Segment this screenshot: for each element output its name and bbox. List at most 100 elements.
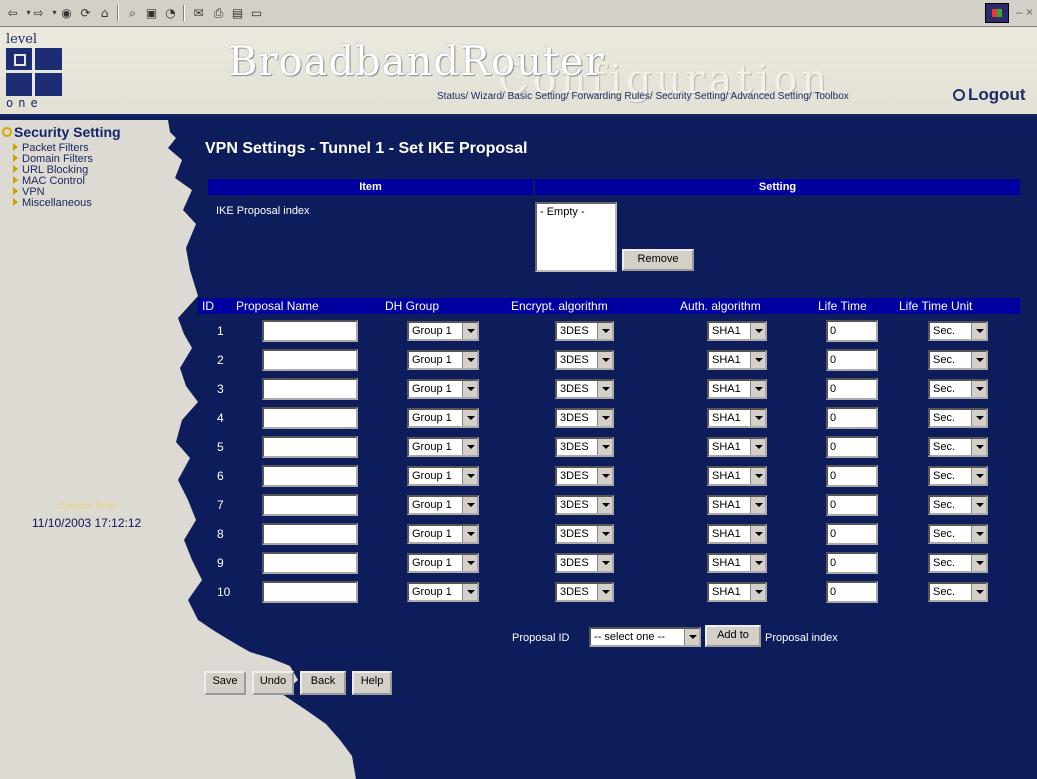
life-time-input[interactable]: 0 [826, 581, 878, 603]
edit-icon[interactable]: ▤ [229, 5, 246, 21]
auth-algorithm-select[interactable]: SHA1 [707, 350, 767, 370]
remove-button[interactable]: Remove [622, 249, 694, 271]
chevron-down-icon [971, 526, 986, 542]
encrypt-algorithm-select[interactable]: 3DES [555, 437, 614, 457]
nav-basic-setting[interactable]: Basic Setting/ [508, 91, 569, 102]
life-time-unit-value: Sec. [933, 412, 956, 424]
life-time-input[interactable]: 0 [826, 552, 878, 574]
auth-algorithm-select[interactable]: SHA1 [707, 466, 767, 486]
dh-group-select[interactable]: Group 1 [407, 524, 479, 544]
proposal-name-input[interactable] [262, 378, 358, 400]
proposal-name-input[interactable] [262, 523, 358, 545]
encrypt-algorithm-select[interactable]: 3DES [555, 350, 614, 370]
dh-group-select[interactable]: Group 1 [407, 379, 479, 399]
life-time-unit-select[interactable]: Sec. [928, 350, 988, 370]
chevron-down-icon [597, 439, 612, 455]
auth-algorithm-select[interactable]: SHA1 [707, 582, 767, 602]
save-button[interactable]: Save [204, 671, 246, 695]
stop-icon[interactable]: ◉ [58, 5, 75, 21]
encrypt-algorithm-select[interactable]: 3DES [555, 495, 614, 515]
sidebar-item-miscellaneous[interactable]: Miscellaneous [13, 198, 93, 209]
life-time-unit-select[interactable]: Sec. [928, 553, 988, 573]
auth-algorithm-select[interactable]: SHA1 [707, 437, 767, 457]
auth-algorithm-select[interactable]: SHA1 [707, 379, 767, 399]
favorites-icon[interactable]: ▣ [143, 5, 160, 21]
life-time-input[interactable]: 0 [826, 378, 878, 400]
dh-group-select[interactable]: Group 1 [407, 466, 479, 486]
dh-group-select[interactable]: Group 1 [407, 437, 479, 457]
back-icon[interactable]: ⇦ [4, 5, 21, 21]
life-time-input[interactable]: 0 [826, 465, 878, 487]
dh-group-select[interactable]: Group 1 [407, 408, 479, 428]
auth-algorithm-select[interactable]: SHA1 [707, 408, 767, 428]
refresh-icon[interactable]: ⟳ [77, 5, 94, 21]
life-time-unit-select[interactable]: Sec. [928, 466, 988, 486]
life-time-input[interactable]: 0 [826, 320, 878, 342]
encrypt-algorithm-select[interactable]: 3DES [555, 466, 614, 486]
dh-group-select[interactable]: Group 1 [407, 321, 479, 341]
undo-button[interactable]: Undo [252, 671, 294, 695]
dh-group-select[interactable]: Group 1 [407, 553, 479, 573]
proposal-name-input[interactable] [262, 436, 358, 458]
auth-algorithm-select[interactable]: SHA1 [707, 321, 767, 341]
add-to-button[interactable]: Add to [705, 625, 761, 647]
dh-group-select[interactable]: Group 1 [407, 582, 479, 602]
home-icon[interactable]: ⌂ [96, 5, 113, 21]
proposal-name-input[interactable] [262, 552, 358, 574]
life-time-input[interactable]: 0 [826, 494, 878, 516]
life-time-input[interactable]: 0 [826, 523, 878, 545]
auth-algorithm-select[interactable]: SHA1 [707, 553, 767, 573]
life-time-unit-select[interactable]: Sec. [928, 379, 988, 399]
nav-advanced-setting[interactable]: Advanced Setting/ [731, 91, 812, 102]
top-navigation: Status/ Wizard/ Basic Setting/ Forwardin… [437, 91, 849, 102]
encrypt-algorithm-select[interactable]: 3DES [555, 321, 614, 341]
listbox-option[interactable]: - Empty - [540, 206, 585, 218]
back-button[interactable]: Back [300, 671, 346, 695]
proposal-name-input[interactable] [262, 407, 358, 429]
discuss-icon[interactable]: ▭ [248, 5, 265, 21]
proposal-name-input[interactable] [262, 494, 358, 516]
nav-forwarding-rules[interactable]: Forwarding Rules/ [572, 91, 653, 102]
forward-icon[interactable]: ⇨ [30, 5, 47, 21]
window-controls[interactable]: – × [1016, 5, 1033, 19]
print-icon[interactable]: ⎙ [210, 5, 227, 21]
life-time-unit-select[interactable]: Sec. [928, 408, 988, 428]
search-icon[interactable]: ⌕ [124, 5, 141, 21]
life-time-unit-select[interactable]: Sec. [928, 437, 988, 457]
life-time-unit-select[interactable]: Sec. [928, 524, 988, 544]
encrypt-algorithm-select[interactable]: 3DES [555, 408, 614, 428]
triangle-icon [13, 198, 18, 206]
life-time-unit-select[interactable]: Sec. [928, 321, 988, 341]
encrypt-algorithm-select[interactable]: 3DES [555, 524, 614, 544]
life-time-input[interactable]: 0 [826, 407, 878, 429]
history-icon[interactable]: ◔ [162, 5, 179, 21]
dh-group-select[interactable]: Group 1 [407, 350, 479, 370]
help-button[interactable]: Help [352, 671, 392, 695]
proposal-name-input[interactable] [262, 581, 358, 603]
nav-status[interactable]: Status/ [437, 91, 468, 102]
dh-group-select[interactable]: Group 1 [407, 495, 479, 515]
life-time-unit-select[interactable]: Sec. [928, 582, 988, 602]
proposal-name-input[interactable] [262, 465, 358, 487]
encrypt-algorithm-select[interactable]: 3DES [555, 582, 614, 602]
proposal-name-input[interactable] [262, 349, 358, 371]
auth-algorithm-select[interactable]: SHA1 [707, 495, 767, 515]
chevron-down-icon [750, 555, 765, 571]
ike-proposal-listbox[interactable]: - Empty - [535, 202, 617, 272]
nav-toolbox[interactable]: Toolbox [814, 91, 848, 102]
sidebar-title[interactable]: Security Setting [2, 124, 121, 140]
encrypt-algorithm-select[interactable]: 3DES [555, 553, 614, 573]
life-time-input[interactable]: 0 [826, 436, 878, 458]
mail-icon[interactable]: ✉ [190, 5, 207, 21]
life-time-unit-select[interactable]: Sec. [928, 495, 988, 515]
logout-link[interactable]: Logout [953, 85, 1026, 105]
encrypt-algorithm-select[interactable]: 3DES [555, 379, 614, 399]
proposal-id-select[interactable]: -- select one -- [589, 627, 701, 647]
auth-algorithm-value: SHA1 [712, 470, 741, 482]
life-time-input[interactable]: 0 [826, 349, 878, 371]
nav-security-setting[interactable]: Security Setting/ [655, 91, 728, 102]
nav-wizard[interactable]: Wizard/ [471, 91, 505, 102]
proposal-name-input[interactable] [262, 320, 358, 342]
auth-algorithm-select[interactable]: SHA1 [707, 524, 767, 544]
chevron-down-icon [462, 526, 477, 542]
